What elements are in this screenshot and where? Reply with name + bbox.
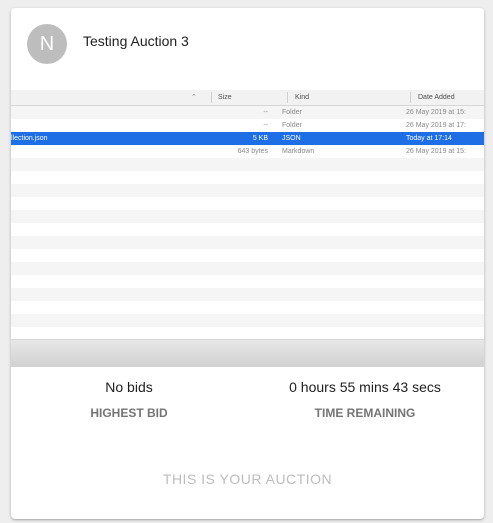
file-date-added: 26 May 2019 at 15: — [406, 109, 466, 116]
column-kind: Kind — [295, 94, 310, 101]
empty-row — [11, 314, 484, 327]
empty-row — [11, 184, 484, 197]
column-size: Size — [218, 94, 232, 101]
file-kind: Folder — [282, 122, 302, 129]
file-date-added: 26 May 2019 at 15: — [406, 148, 466, 155]
empty-row — [11, 301, 484, 314]
file-list: -- Folder 26 May 2019 at 15: -- Folder 26 May… — [11, 106, 484, 340]
file-size: 643 bytes — [237, 148, 268, 155]
auction-image: ⌃ Size Kind Date Added -- Folder 26 May 20… — [11, 80, 484, 367]
empty-row — [11, 158, 484, 171]
time-remaining-label: TIME REMAINING — [314, 406, 416, 420]
file-kind: Markdown — [282, 148, 315, 155]
file-name — [11, 145, 201, 158]
file-size: -- — [263, 109, 268, 116]
empty-row — [11, 262, 484, 275]
file-size: 5 KB — [252, 135, 268, 142]
empty-row — [11, 197, 484, 210]
file-date-added: Today at 17:14 — [406, 135, 452, 142]
empty-row — [11, 210, 484, 223]
file-row: -- Folder 26 May 2019 at 15: — [11, 106, 484, 119]
time-remaining-value: 0 hours 55 mins 43 secs — [289, 379, 441, 395]
file-size: -- — [263, 122, 268, 129]
auction-stats: No bids HIGHEST BID 0 hours 55 mins 43 s… — [11, 367, 484, 437]
highest-bid-label: HIGHEST BID — [90, 406, 168, 420]
file-kind: JSON — [282, 135, 301, 142]
chevron-up-icon: ⌃ — [191, 94, 197, 101]
avatar: N — [27, 24, 67, 64]
empty-row — [11, 171, 484, 184]
column-date-added: Date Added — [418, 94, 455, 101]
empty-row — [11, 249, 484, 262]
time-remaining-stat: 0 hours 55 mins 43 secs TIME REMAINING — [247, 379, 483, 420]
file-name — [11, 119, 201, 132]
file-list-header: ⌃ Size Kind Date Added — [11, 90, 484, 106]
card-header: N Testing Auction 3 — [11, 8, 484, 80]
highest-bid-value: No bids — [105, 379, 153, 395]
auction-card: N Testing Auction 3 ⌃ Size Kind Date Add… — [11, 8, 484, 519]
empty-row — [11, 288, 484, 301]
file-row: llection.json 5 KB JSON Today at 17:14 — [11, 132, 484, 145]
file-name — [11, 106, 201, 119]
highest-bid-stat: No bids HIGHEST BID — [11, 379, 247, 420]
file-name: llection.json — [11, 135, 48, 142]
finder-bottom-bar — [11, 339, 484, 367]
your-auction-button[interactable]: THIS IS YOUR AUCTION — [11, 471, 484, 487]
file-row: -- Folder 26 May 2019 at 17: — [11, 119, 484, 132]
file-date-added: 26 May 2019 at 17: — [406, 122, 466, 129]
file-row: 643 bytes Markdown 26 May 2019 at 15: — [11, 145, 484, 158]
file-kind: Folder — [282, 109, 302, 116]
empty-row — [11, 223, 484, 236]
empty-row — [11, 275, 484, 288]
empty-row — [11, 236, 484, 249]
auction-title: Testing Auction 3 — [83, 33, 189, 49]
